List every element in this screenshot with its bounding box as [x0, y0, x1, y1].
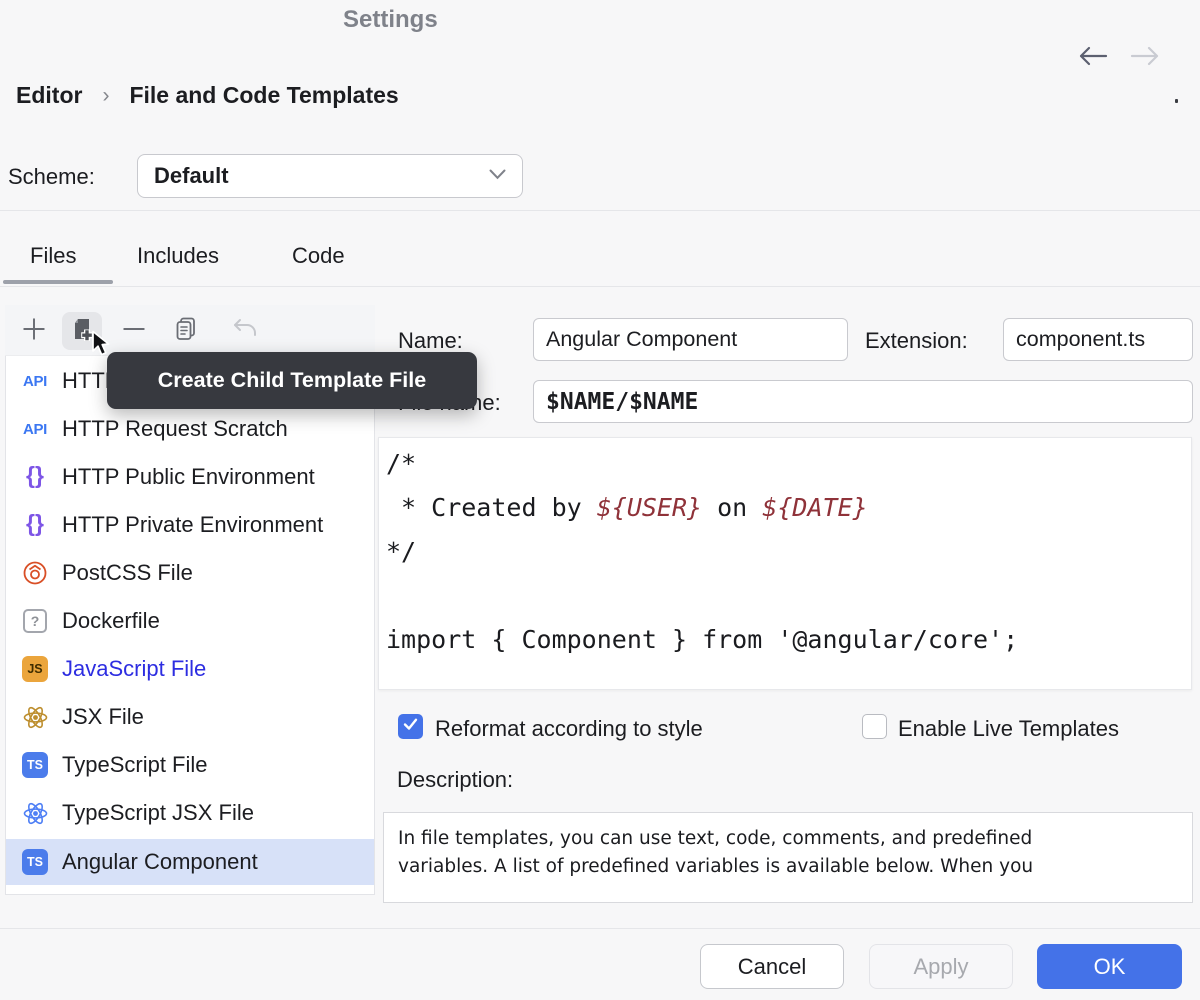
add-template-button[interactable]	[14, 312, 54, 350]
description-label: Description:	[397, 767, 513, 793]
undo-icon	[231, 317, 259, 346]
forward-arrow-button[interactable]	[1128, 44, 1162, 72]
tooltip-text: Create Child Template File	[158, 368, 426, 393]
plus-icon	[21, 316, 47, 347]
list-item-http-private-environment[interactable]: {} HTTP Private Environment	[6, 501, 374, 549]
template-variable: ${USER}	[597, 493, 702, 522]
checkmark-icon	[403, 718, 418, 736]
apply-button[interactable]: Apply	[869, 944, 1013, 989]
api-icon: API	[20, 421, 50, 438]
cancel-button-label: Cancel	[738, 954, 806, 980]
typescript-icon: TS	[20, 849, 50, 875]
braces-icon: {}	[20, 464, 50, 490]
chevron-down-icon	[489, 167, 506, 185]
template-code-editor[interactable]: /* * Created by ${USER} on ${DATE} */ im…	[378, 437, 1192, 690]
description-box: In file templates, you can use text, cod…	[383, 812, 1193, 903]
scheme-dropdown[interactable]: Default	[137, 154, 523, 198]
template-label: TypeScript JSX File	[62, 800, 254, 826]
back-arrow-icon	[1077, 44, 1109, 73]
list-item-postcss-file[interactable]: PostCSS File	[6, 549, 374, 597]
code-line: /*	[386, 449, 416, 478]
minus-icon	[121, 316, 147, 347]
breadcrumb-separator-icon: ›	[102, 84, 109, 108]
list-item-http-request-scratch[interactable]: API HTTP Request Scratch	[6, 405, 374, 453]
template-variable: ${DATE}	[762, 493, 867, 522]
active-tab-underline	[3, 280, 113, 284]
ok-button[interactable]: OK	[1037, 944, 1182, 989]
list-item-http-public-environment[interactable]: {} HTTP Public Environment	[6, 453, 374, 501]
scheme-label: Scheme:	[8, 164, 95, 190]
description-text: variables. A list of predefined variable…	[398, 853, 1178, 881]
unknown-file-icon: ?	[20, 609, 50, 633]
breadcrumb-editor[interactable]: Editor	[16, 82, 82, 109]
cancel-button[interactable]: Cancel	[700, 944, 844, 989]
code-line: * Created by	[386, 493, 597, 522]
copy-icon	[173, 316, 199, 347]
postcss-icon	[20, 560, 50, 586]
template-label: Angular Component	[62, 849, 258, 875]
divider	[0, 928, 1200, 929]
name-value: Angular Component	[546, 327, 737, 352]
tab-files[interactable]: Files	[30, 243, 76, 269]
code-line: */	[386, 537, 416, 566]
list-item-jsx-file[interactable]: JSX File	[6, 693, 374, 741]
react-icon	[20, 704, 50, 731]
mouse-cursor-icon	[90, 330, 116, 365]
divider	[0, 210, 1200, 211]
list-item-angular-component-selected[interactable]: TS Angular Component	[6, 839, 374, 885]
template-label: HTTP Private Environment	[62, 512, 323, 538]
template-label: PostCSS File	[62, 560, 193, 586]
reset-template-button[interactable]	[225, 312, 265, 350]
live-templates-checkbox-label[interactable]: Enable Live Templates	[898, 716, 1119, 742]
list-item-dockerfile[interactable]: ? Dockerfile	[6, 597, 374, 645]
extension-label: Extension:	[865, 328, 968, 354]
description-text: In file templates, you can use text, cod…	[398, 825, 1178, 853]
divider	[0, 286, 1200, 287]
name-label: Name:	[398, 328, 463, 354]
window-title: Settings	[343, 6, 438, 34]
template-label: TypeScript File	[62, 752, 208, 778]
artifact-dot	[1175, 99, 1178, 103]
list-item-typescript-jsx-file[interactable]: TypeScript JSX File	[6, 789, 374, 837]
apply-button-label: Apply	[913, 954, 968, 980]
reformat-checkbox-label[interactable]: Reformat according to style	[435, 716, 703, 742]
code-line: import { Component } from '@angular/core…	[386, 625, 1018, 654]
braces-icon: {}	[20, 512, 50, 538]
list-item-typescript-file[interactable]: TS TypeScript File	[6, 741, 374, 789]
list-item-javascript-file[interactable]: JS JavaScript File	[6, 645, 374, 693]
extension-value: component.ts	[1016, 327, 1145, 352]
copy-template-button[interactable]	[166, 312, 206, 350]
reformat-checkbox[interactable]	[398, 714, 423, 739]
file-name-value: $NAME/$NAME	[546, 389, 698, 415]
typescript-icon: TS	[20, 752, 50, 778]
tooltip: Create Child Template File	[107, 352, 477, 409]
template-label: Dockerfile	[62, 608, 160, 634]
template-label: JavaScript File	[62, 656, 206, 682]
file-name-input[interactable]: $NAME/$NAME	[533, 380, 1193, 423]
name-input[interactable]: Angular Component	[533, 318, 848, 361]
code-line: on	[702, 493, 762, 522]
extension-input[interactable]: component.ts	[1003, 318, 1193, 361]
forward-arrow-icon	[1129, 44, 1161, 73]
javascript-icon: JS	[20, 656, 50, 682]
live-templates-checkbox[interactable]	[862, 714, 887, 739]
api-icon: API	[20, 373, 50, 390]
ok-button-label: OK	[1094, 954, 1126, 980]
template-label: JSX File	[62, 704, 144, 730]
tab-includes[interactable]: Includes	[137, 243, 219, 269]
template-label: HTTP Request Scratch	[62, 416, 288, 442]
breadcrumb: Editor › File and Code Templates	[16, 82, 399, 109]
tab-code[interactable]: Code	[292, 243, 345, 269]
back-arrow-button[interactable]	[1076, 44, 1110, 72]
remove-template-button[interactable]	[114, 312, 154, 350]
template-label: HTTP Public Environment	[62, 464, 315, 490]
react-icon	[20, 800, 50, 827]
breadcrumb-page: File and Code Templates	[129, 82, 398, 109]
scheme-value: Default	[154, 163, 229, 189]
